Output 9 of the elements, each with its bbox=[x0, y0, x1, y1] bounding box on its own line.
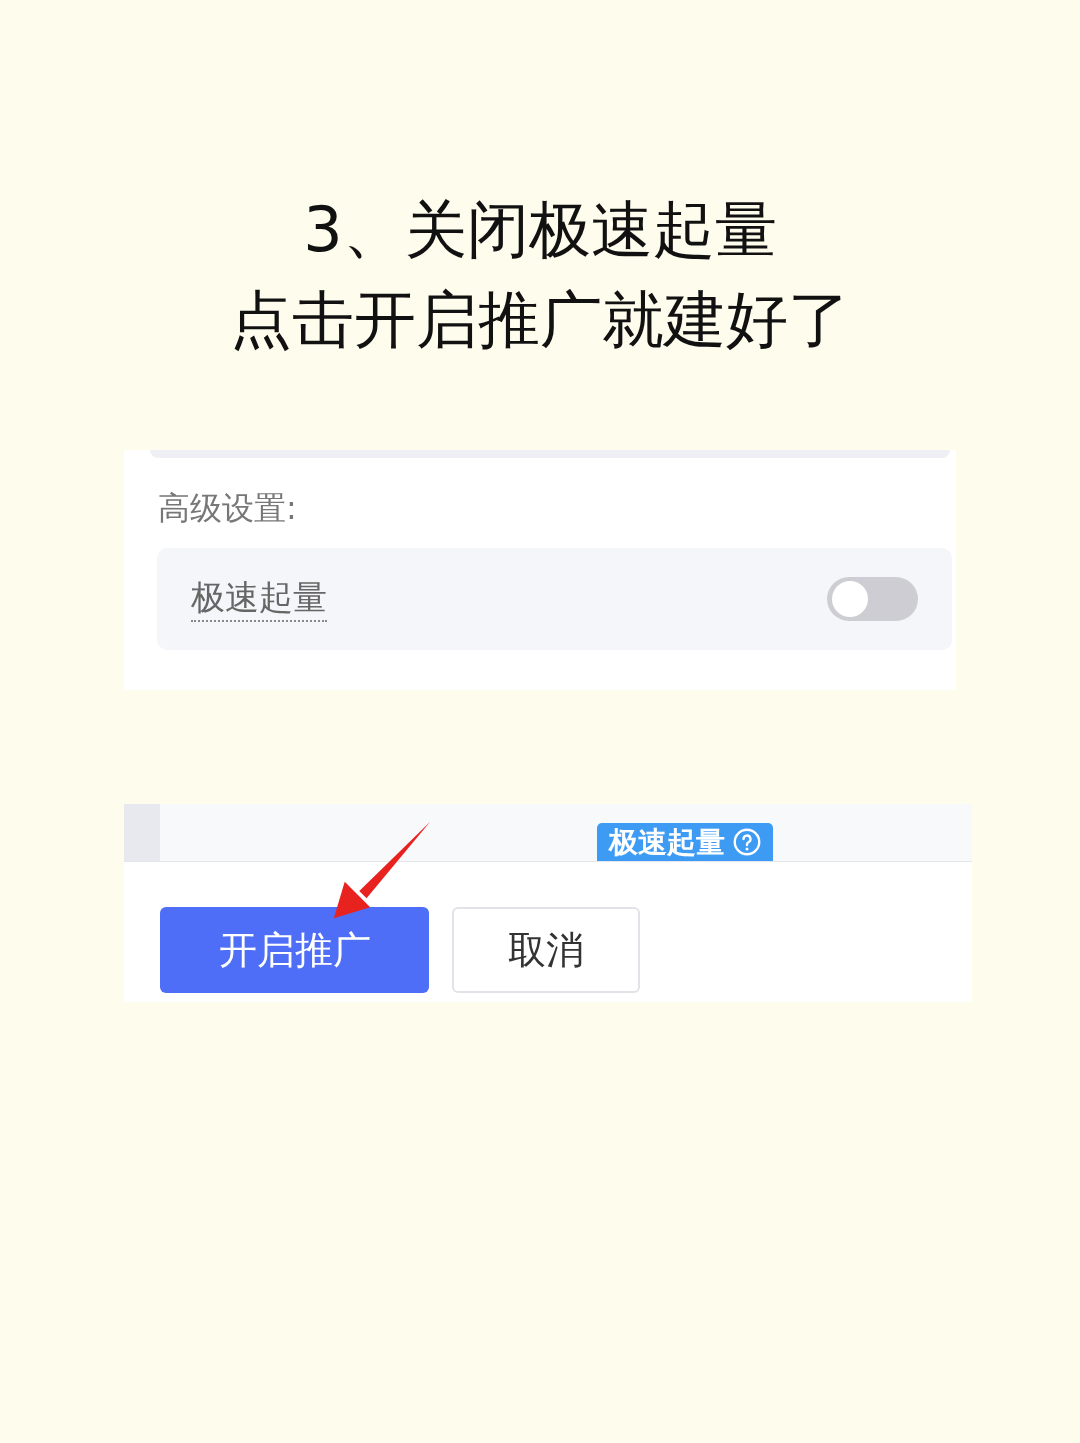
confirm-button[interactable]: 开启推广 bbox=[160, 907, 429, 993]
tag-label: 极速起量 bbox=[609, 825, 725, 859]
option-label: 极速起量 bbox=[191, 576, 327, 622]
title-line: 点击开启推广就建好了 bbox=[230, 282, 850, 358]
title-line: 3、关闭极速起量 bbox=[303, 192, 777, 268]
toggle-switch[interactable] bbox=[827, 577, 918, 621]
section-heading: 高级设置: bbox=[158, 488, 297, 528]
cancel-button[interactable]: 取消 bbox=[452, 907, 640, 993]
help-icon[interactable] bbox=[733, 828, 761, 856]
